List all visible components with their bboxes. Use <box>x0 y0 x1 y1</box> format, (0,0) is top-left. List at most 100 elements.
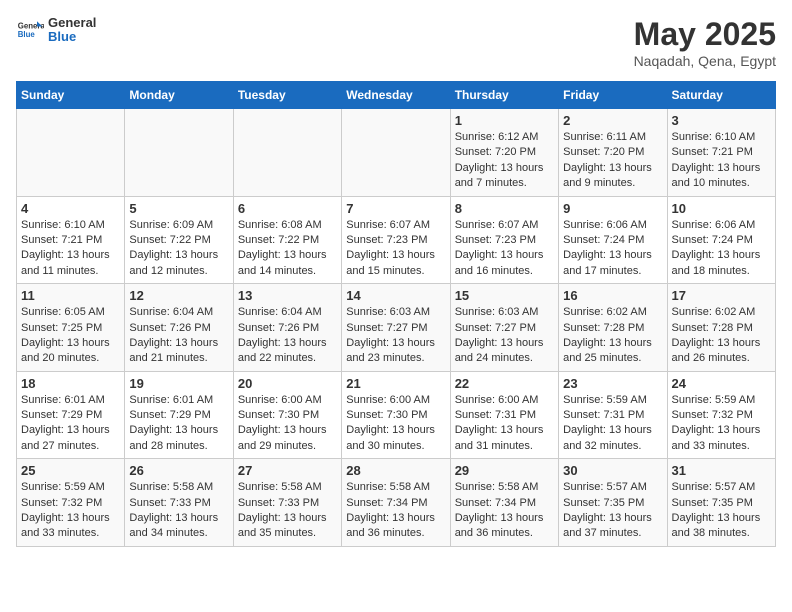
calendar-cell: 14Sunrise: 6:03 AM Sunset: 7:27 PM Dayli… <box>342 284 450 372</box>
day-info: Sunrise: 6:02 AM Sunset: 7:28 PM Dayligh… <box>563 305 662 367</box>
day-number: 27 <box>238 463 337 478</box>
col-friday: Friday <box>559 82 667 109</box>
day-number: 28 <box>346 463 445 478</box>
day-info: Sunrise: 6:07 AM Sunset: 7:23 PM Dayligh… <box>455 218 554 280</box>
calendar-cell: 24Sunrise: 5:59 AM Sunset: 7:32 PM Dayli… <box>667 371 775 459</box>
calendar-cell: 19 Sunrise: 6:01 AM Sunset: 7:29 PM Dayli… <box>125 371 233 459</box>
calendar-table: Sunday Monday Tuesday Wednesday Thursday… <box>16 81 776 547</box>
day-info: Sunrise: 6:05 AM Sunset: 7:25 PM Dayligh… <box>21 305 120 367</box>
calendar-week-5: 25 Sunrise: 5:59 AM Sunset: 7:32 PM Dayli… <box>17 459 776 547</box>
day-info: Sunrise: 6:00 AM Sunset: 7:30 PM Dayligh… <box>238 393 337 455</box>
header-row: Sunday Monday Tuesday Wednesday Thursday… <box>17 82 776 109</box>
day-number: 17 <box>672 288 771 303</box>
logo: General Blue General Blue <box>16 16 96 45</box>
calendar-cell: 3Sunrise: 6:10 AM Sunset: 7:21 PM Daylig… <box>667 109 775 197</box>
day-number: 9 <box>563 201 662 216</box>
day-info: Sunrise: 6:11 AM Sunset: 7:20 PM Dayligh… <box>563 130 662 192</box>
calendar-cell <box>125 109 233 197</box>
day-info: Sunrise: 6:07 AM Sunset: 7:23 PM Dayligh… <box>346 218 445 280</box>
calendar-cell: 10Sunrise: 6:06 AM Sunset: 7:24 PM Dayli… <box>667 196 775 284</box>
title-area: May 2025 Naqadah, Qena, Egypt <box>634 16 776 69</box>
day-number: 23 <box>563 376 662 391</box>
calendar-cell: 6 Sunrise: 6:08 AM Sunset: 7:22 PM Daylig… <box>233 196 341 284</box>
day-info: Sunrise: 6:10 AM Sunset: 7:21 PM Dayligh… <box>21 218 120 280</box>
calendar-cell: 21Sunrise: 6:00 AM Sunset: 7:30 PM Dayli… <box>342 371 450 459</box>
calendar-cell: 15 Sunrise: 6:03 AM Sunset: 7:27 PM Dayli… <box>450 284 558 372</box>
day-info: Sunrise: 6:04 AM Sunset: 7:26 PM Dayligh… <box>129 305 228 367</box>
calendar-week-3: 11 Sunrise: 6:05 AM Sunset: 7:25 PM Dayli… <box>17 284 776 372</box>
calendar-cell: 18Sunrise: 6:01 AM Sunset: 7:29 PM Dayli… <box>17 371 125 459</box>
day-number: 13 <box>238 288 337 303</box>
calendar-cell: 25 Sunrise: 5:59 AM Sunset: 7:32 PM Dayli… <box>17 459 125 547</box>
day-number: 20 <box>238 376 337 391</box>
calendar-cell: 9 Sunrise: 6:06 AM Sunset: 7:24 PM Daylig… <box>559 196 667 284</box>
day-info: Sunrise: 6:06 AM Sunset: 7:24 PM Dayligh… <box>563 218 662 280</box>
col-thursday: Thursday <box>450 82 558 109</box>
day-number: 21 <box>346 376 445 391</box>
day-number: 29 <box>455 463 554 478</box>
calendar-cell: 1Sunrise: 6:12 AM Sunset: 7:20 PM Daylig… <box>450 109 558 197</box>
calendar-cell <box>342 109 450 197</box>
day-info: Sunrise: 6:01 AM Sunset: 7:29 PM Dayligh… <box>21 393 120 455</box>
month-title: May 2025 <box>634 16 776 53</box>
calendar-cell: 17 Sunrise: 6:02 AM Sunset: 7:28 PM Dayli… <box>667 284 775 372</box>
day-info: Sunrise: 5:58 AM Sunset: 7:33 PM Dayligh… <box>129 480 228 542</box>
day-number: 12 <box>129 288 228 303</box>
day-number: 6 <box>238 201 337 216</box>
calendar-cell: 30 Sunrise: 5:57 AM Sunset: 7:35 PM Dayli… <box>559 459 667 547</box>
calendar-week-2: 4 Sunrise: 6:10 AM Sunset: 7:21 PM Daylig… <box>17 196 776 284</box>
day-info: Sunrise: 5:58 AM Sunset: 7:33 PM Dayligh… <box>238 480 337 542</box>
day-number: 8 <box>455 201 554 216</box>
calendar-cell: 12 Sunrise: 6:04 AM Sunset: 7:26 PM Dayli… <box>125 284 233 372</box>
calendar-week-4: 18Sunrise: 6:01 AM Sunset: 7:29 PM Dayli… <box>17 371 776 459</box>
day-number: 19 <box>129 376 228 391</box>
calendar-cell: 23 Sunrise: 5:59 AM Sunset: 7:31 PM Dayli… <box>559 371 667 459</box>
calendar-week-1: 1Sunrise: 6:12 AM Sunset: 7:20 PM Daylig… <box>17 109 776 197</box>
day-info: Sunrise: 6:12 AM Sunset: 7:20 PM Dayligh… <box>455 130 554 192</box>
calendar-cell: 29Sunrise: 5:58 AM Sunset: 7:34 PM Dayli… <box>450 459 558 547</box>
col-monday: Monday <box>125 82 233 109</box>
day-info: Sunrise: 6:03 AM Sunset: 7:27 PM Dayligh… <box>455 305 554 367</box>
day-info: Sunrise: 6:02 AM Sunset: 7:28 PM Dayligh… <box>672 305 771 367</box>
calendar-cell <box>17 109 125 197</box>
day-number: 16 <box>563 288 662 303</box>
day-number: 22 <box>455 376 554 391</box>
day-number: 11 <box>21 288 120 303</box>
day-info: Sunrise: 6:08 AM Sunset: 7:22 PM Dayligh… <box>238 218 337 280</box>
day-info: Sunrise: 6:01 AM Sunset: 7:29 PM Dayligh… <box>129 393 228 455</box>
day-number: 30 <box>563 463 662 478</box>
col-saturday: Saturday <box>667 82 775 109</box>
day-number: 4 <box>21 201 120 216</box>
day-info: Sunrise: 5:59 AM Sunset: 7:31 PM Dayligh… <box>563 393 662 455</box>
calendar-cell: 26 Sunrise: 5:58 AM Sunset: 7:33 PM Dayli… <box>125 459 233 547</box>
calendar-cell: 28Sunrise: 5:58 AM Sunset: 7:34 PM Dayli… <box>342 459 450 547</box>
calendar-cell: 22Sunrise: 6:00 AM Sunset: 7:31 PM Dayli… <box>450 371 558 459</box>
calendar-cell: 4 Sunrise: 6:10 AM Sunset: 7:21 PM Daylig… <box>17 196 125 284</box>
header: General Blue General Blue May 2025 Naqad… <box>16 16 776 69</box>
calendar-cell: 8 Sunrise: 6:07 AM Sunset: 7:23 PM Daylig… <box>450 196 558 284</box>
logo-general-text: General <box>48 16 96 30</box>
calendar-cell <box>233 109 341 197</box>
day-number: 25 <box>21 463 120 478</box>
calendar-cell: 5Sunrise: 6:09 AM Sunset: 7:22 PM Daylig… <box>125 196 233 284</box>
day-number: 3 <box>672 113 771 128</box>
calendar-cell: 7Sunrise: 6:07 AM Sunset: 7:23 PM Daylig… <box>342 196 450 284</box>
day-number: 31 <box>672 463 771 478</box>
calendar-cell: 27 Sunrise: 5:58 AM Sunset: 7:33 PM Dayli… <box>233 459 341 547</box>
logo-icon: General Blue <box>16 16 44 44</box>
col-tuesday: Tuesday <box>233 82 341 109</box>
day-info: Sunrise: 6:09 AM Sunset: 7:22 PM Dayligh… <box>129 218 228 280</box>
col-sunday: Sunday <box>17 82 125 109</box>
calendar-cell: 11 Sunrise: 6:05 AM Sunset: 7:25 PM Dayli… <box>17 284 125 372</box>
day-number: 14 <box>346 288 445 303</box>
day-number: 2 <box>563 113 662 128</box>
calendar-cell: 16 Sunrise: 6:02 AM Sunset: 7:28 PM Dayli… <box>559 284 667 372</box>
logo-blue-text: Blue <box>48 30 96 44</box>
day-number: 15 <box>455 288 554 303</box>
col-wednesday: Wednesday <box>342 82 450 109</box>
day-info: Sunrise: 5:57 AM Sunset: 7:35 PM Dayligh… <box>672 480 771 542</box>
logo-text: General Blue <box>48 16 96 45</box>
day-number: 26 <box>129 463 228 478</box>
day-info: Sunrise: 5:57 AM Sunset: 7:35 PM Dayligh… <box>563 480 662 542</box>
day-info: Sunrise: 5:59 AM Sunset: 7:32 PM Dayligh… <box>21 480 120 542</box>
